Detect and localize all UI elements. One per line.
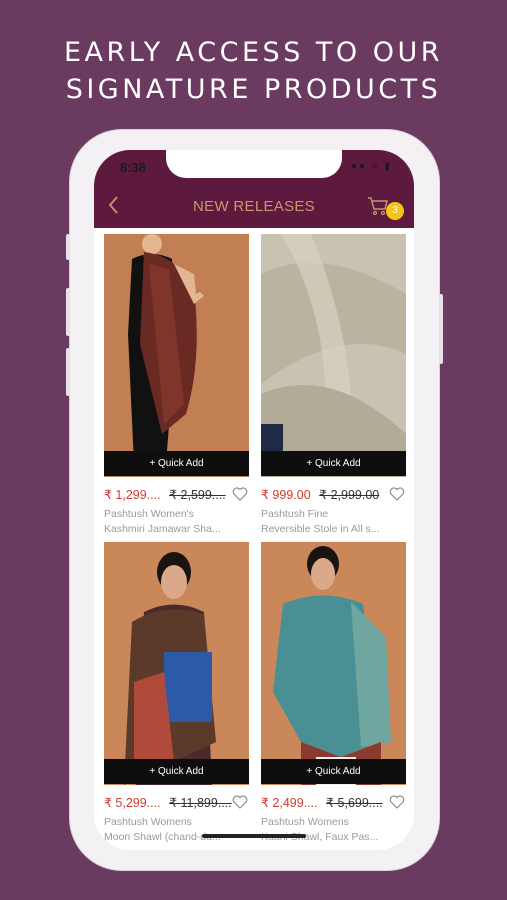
product-name-line-1: Pashtush Fine	[261, 508, 329, 520]
product-image[interactable]	[104, 542, 249, 785]
heart-icon[interactable]	[388, 485, 406, 503]
product-image[interactable]	[104, 234, 249, 477]
price-row: ₹ 999.00 ₹ 2,999.00	[261, 487, 406, 505]
status-time: 8:38	[120, 160, 147, 175]
product-image[interactable]	[261, 234, 406, 477]
product-name-line-2: Reversible Stole in All s...	[261, 523, 380, 535]
promo-line-1: EARLY ACCESS TO OUR	[63, 37, 444, 68]
heart-icon[interactable]	[231, 485, 249, 503]
phone-volume-up	[66, 288, 70, 336]
quick-add-button[interactable]: + Quick Add	[104, 759, 249, 784]
product-name-line-1: Pashtush Women's	[104, 508, 194, 520]
quick-add-button[interactable]: + Quick Add	[261, 451, 406, 476]
product-name-line-2: Kashmiri Jamawar Sha...	[104, 523, 221, 535]
phone-notch	[166, 150, 342, 178]
heart-icon[interactable]	[231, 793, 249, 811]
price-row: ₹ 1,299.... ₹ 2,599....	[104, 487, 249, 505]
sale-price: ₹ 1,299....	[104, 488, 161, 502]
promo-line-2: SIGNATURE PRODUCTS	[65, 74, 442, 105]
product-name-line-1: Pashtush Womens	[261, 816, 349, 828]
original-price: ₹ 5,699....	[326, 796, 383, 810]
original-price: ₹ 2,599....	[169, 488, 226, 502]
phone-power-button	[439, 294, 443, 364]
product-image[interactable]	[261, 542, 406, 785]
app-header: 8:38 ●● ≡ ▮ NEW RELEASES 3	[94, 150, 414, 228]
home-indicator	[202, 834, 306, 838]
app-screen: 8:38 ●● ≡ ▮ NEW RELEASES 3 + Quick Add ₹…	[94, 150, 414, 850]
quick-add-button[interactable]: + Quick Add	[261, 759, 406, 784]
original-price: ₹ 11,899....	[169, 796, 232, 810]
price-row: ₹ 2,499.... ₹ 5,699....	[261, 795, 406, 813]
sale-price: ₹ 2,499....	[261, 796, 318, 810]
quick-add-button[interactable]: + Quick Add	[104, 451, 249, 476]
sale-price: ₹ 999.00	[261, 488, 311, 502]
cart-count-badge: 3	[386, 202, 404, 220]
phone-volume-down	[66, 348, 70, 396]
sale-price: ₹ 5,299....	[104, 796, 161, 810]
heart-icon[interactable]	[388, 793, 406, 811]
phone-mute-switch	[66, 234, 70, 260]
status-icons: ●● ≡ ▮	[351, 161, 392, 172]
product-name-line-1: Pashtush Womens	[104, 816, 192, 828]
promo-headline: EARLY ACCESS TO OUR SIGNATURE PRODUCTS	[0, 34, 507, 108]
original-price: ₹ 2,999.00	[319, 488, 380, 502]
phone-frame: 8:38 ●● ≡ ▮ NEW RELEASES 3 + Quick Add ₹…	[66, 130, 443, 870]
price-row: ₹ 5,299.... ₹ 11,899....	[104, 795, 249, 813]
